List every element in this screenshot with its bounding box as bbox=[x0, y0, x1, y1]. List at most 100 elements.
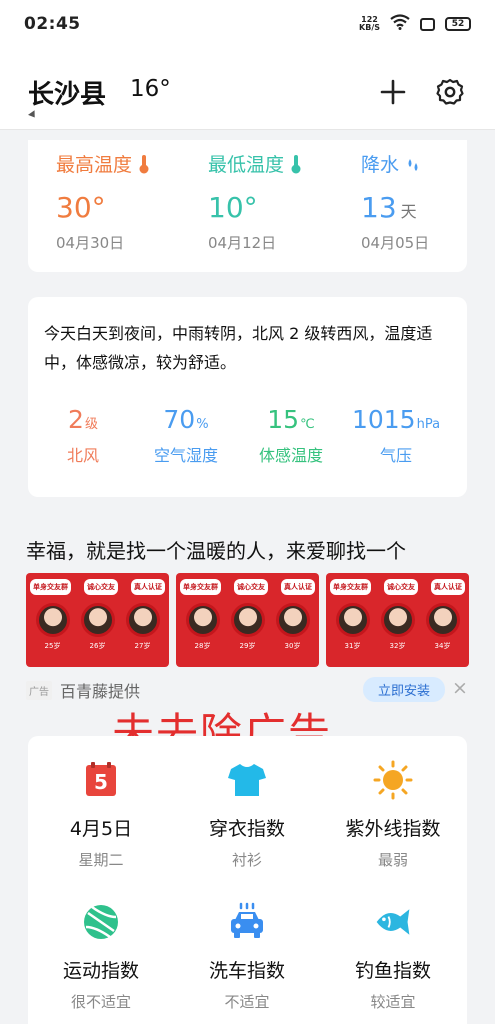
max-temp-label: 最高温度 bbox=[56, 154, 133, 176]
ad-age: 34岁 bbox=[434, 642, 451, 650]
network-speed: 122 KB/S bbox=[359, 16, 380, 32]
sport-index-sub: 很不适宜 bbox=[70, 993, 131, 1011]
ad-age: 28岁 bbox=[194, 642, 211, 650]
car-wash-icon bbox=[227, 902, 267, 942]
ad-close-button[interactable]: × bbox=[452, 677, 468, 699]
pressure-condition: 1015hPa 气压 bbox=[341, 405, 451, 466]
status-time: 02:45 bbox=[24, 14, 81, 34]
calendar-day: 5 bbox=[94, 770, 108, 794]
avatar bbox=[380, 603, 415, 637]
battery-icon: 52 bbox=[445, 17, 471, 31]
network-speed-unit: KB/S bbox=[359, 23, 380, 32]
plus-icon bbox=[380, 79, 406, 105]
fishing-index[interactable]: 钓鱼指数 较适宜 bbox=[320, 902, 466, 1012]
ad-tags: 单身交友群 诚心交友 真人认证 bbox=[30, 579, 165, 595]
ball-icon bbox=[81, 902, 121, 942]
avatar bbox=[80, 603, 115, 637]
car-wash-index-sub: 不适宜 bbox=[224, 993, 270, 1011]
install-button[interactable]: 立即安装 bbox=[363, 677, 445, 702]
ad-tag: 单身交友群 bbox=[30, 579, 71, 595]
wind-label: 北风 bbox=[66, 446, 99, 465]
feels-like-unit: ℃ bbox=[300, 417, 315, 432]
max-temp-stat: 最高温度 30° 04月30日 bbox=[56, 150, 196, 253]
avatar bbox=[230, 603, 265, 637]
ad-faces: 25岁 26岁 27岁 bbox=[30, 603, 165, 651]
current-temperature: 16° bbox=[130, 76, 171, 102]
weather-summary-card: 今天白天到夜间，中雨转阴，北风 2 级转西风，温度适中，体感微凉，较为舒适。 2… bbox=[28, 297, 467, 497]
ad-face: 29岁 bbox=[230, 603, 265, 651]
precipitation-stat: 降水 13 天 04月05日 bbox=[361, 150, 495, 253]
avatar bbox=[185, 603, 220, 637]
ad-face: 27岁 bbox=[125, 603, 160, 651]
date-index[interactable]: 5 4月5日 星期二 bbox=[28, 760, 174, 870]
sun-icon bbox=[373, 760, 413, 800]
precipitation-label: 降水 bbox=[361, 154, 400, 176]
ad-age: 26岁 bbox=[89, 642, 106, 650]
humidity-label: 空气湿度 bbox=[153, 446, 218, 465]
ad-age: 31岁 bbox=[344, 642, 361, 650]
settings-button[interactable] bbox=[434, 76, 466, 108]
calendar-icon: 5 bbox=[81, 760, 121, 800]
wind-condition: 2级 北风 bbox=[28, 405, 138, 466]
ad-tag: 真人认证 bbox=[431, 579, 465, 595]
ad-face: 30岁 bbox=[275, 603, 310, 651]
avatar bbox=[125, 603, 160, 637]
ad-tags: 单身交友群 诚心交友 真人认证 bbox=[180, 579, 315, 595]
status-icons: 122 KB/S 52 bbox=[359, 14, 471, 34]
pressure-unit: hPa bbox=[416, 417, 441, 432]
min-temp-value: 10° bbox=[208, 191, 348, 224]
gear-icon bbox=[436, 78, 464, 105]
feels-like-condition: 15℃ 体感温度 bbox=[236, 405, 346, 466]
add-city-button[interactable] bbox=[377, 76, 409, 108]
pressure-number: 1015 bbox=[351, 405, 416, 434]
sport-index[interactable]: 运动指数 很不适宜 bbox=[28, 902, 174, 1012]
clothing-index[interactable]: 穿衣指数 衬衫 bbox=[174, 760, 320, 870]
uv-index-title: 紫外线指数 bbox=[345, 818, 441, 840]
precipitation-title: 降水 bbox=[361, 150, 495, 177]
avatar bbox=[425, 603, 460, 637]
car-wash-index[interactable]: 洗车指数 不适宜 bbox=[174, 902, 320, 1012]
max-temp-number: 30° bbox=[56, 191, 106, 224]
avatar bbox=[35, 603, 70, 637]
humidity-condition: 70% 空气湿度 bbox=[131, 405, 241, 466]
ad-face: 32岁 bbox=[380, 603, 415, 651]
ad-tag: 单身交友群 bbox=[330, 579, 371, 595]
ad-image[interactable]: 单身交友群 诚心交友 真人认证 25岁 26岁 27岁 bbox=[26, 573, 169, 667]
screen-icon bbox=[420, 17, 435, 31]
feels-like-value: 15℃ bbox=[236, 405, 346, 434]
fish-icon bbox=[373, 902, 413, 942]
precipitation-unit: 天 bbox=[400, 202, 417, 221]
monthly-extremes-card: 最高温度 30° 04月30日 最低温度 10° 04月12日 降水 13 天 0… bbox=[28, 140, 467, 272]
uv-index[interactable]: 紫外线指数 最弱 bbox=[320, 760, 466, 870]
precipitation-number: 13 bbox=[361, 191, 397, 224]
ad-age: 32岁 bbox=[389, 642, 406, 650]
feels-like-number: 15 bbox=[267, 405, 300, 434]
humidity-unit: % bbox=[196, 417, 209, 432]
ad-tag: 单身交友群 bbox=[180, 579, 221, 595]
ad-title[interactable]: 幸福，就是找一个温暖的人，来爱聊找一个 bbox=[26, 535, 406, 564]
ad-face: 31岁 bbox=[335, 603, 370, 651]
min-temp-number: 10° bbox=[208, 191, 258, 224]
ad-faces: 28岁 29岁 30岁 bbox=[180, 603, 315, 651]
ad-image[interactable]: 单身交友群 诚心交友 真人认证 31岁 32岁 34岁 bbox=[326, 573, 469, 667]
clothing-index-title: 穿衣指数 bbox=[208, 818, 285, 840]
raindrops-icon bbox=[408, 158, 418, 171]
max-temp-date: 04月30日 bbox=[56, 234, 125, 252]
wind-value: 2级 bbox=[28, 405, 138, 434]
ad-face: 26岁 bbox=[80, 603, 115, 651]
wind-unit: 级 bbox=[84, 417, 98, 432]
ad-image[interactable]: 单身交友群 诚心交友 真人认证 28岁 29岁 30岁 bbox=[176, 573, 319, 667]
city-name[interactable]: 长沙县 bbox=[28, 74, 106, 111]
wifi-icon bbox=[390, 14, 410, 34]
pressure-value: 1015hPa bbox=[341, 405, 451, 434]
ad-age: 25岁 bbox=[44, 642, 61, 650]
ad-age: 30岁 bbox=[284, 642, 301, 650]
humidity-value: 70% bbox=[131, 405, 241, 434]
avatar bbox=[335, 603, 370, 637]
ad-meta: 广告 百青藤提供 bbox=[26, 678, 140, 702]
min-temp-date: 04月12日 bbox=[208, 234, 277, 252]
date-index-sub: 星期二 bbox=[78, 851, 124, 869]
ad-source: 百青藤提供 bbox=[60, 682, 141, 701]
ad-age: 29岁 bbox=[239, 642, 256, 650]
thermometer-hot-icon bbox=[139, 154, 149, 173]
